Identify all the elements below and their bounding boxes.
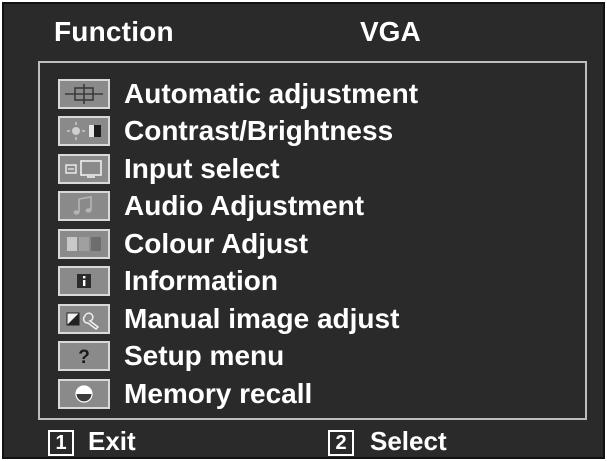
contrast-brightness-icon: [58, 116, 110, 147]
crosshair-icon: [58, 78, 110, 109]
menu-item-setup-menu[interactable]: ? Setup menu: [58, 338, 418, 376]
function-heading: Function: [54, 16, 174, 47]
menu-item-label: Input select: [124, 152, 280, 184]
menu-item-label: Audio Adjustment: [124, 190, 365, 222]
memory-recall-icon: [58, 378, 110, 409]
info-icon: [58, 266, 110, 297]
menu-item-information[interactable]: Information: [58, 263, 418, 301]
audio-note-icon: [58, 191, 110, 222]
menu-item-manual-image-adjust[interactable]: Manual image adjust: [58, 300, 418, 338]
menu-item-label: Setup menu: [124, 340, 285, 372]
menu-panel: Automatic adjustment Contrast/Brightness: [38, 61, 587, 420]
footer-keys: 1 Exit 2 Select: [4, 424, 603, 460]
menu-item-label: Information: [124, 265, 278, 297]
menu-list: Automatic adjustment Contrast/Brightness: [58, 75, 418, 413]
menu-item-audio-adjustment[interactable]: Audio Adjustment: [58, 188, 418, 226]
select-key-box[interactable]: 2: [328, 430, 354, 456]
menu-item-memory-recall[interactable]: Memory recall: [58, 375, 418, 413]
osd-menu-window: Function VGA Automatic adjustment Contra…: [2, 2, 605, 459]
input-select-icon: [58, 153, 110, 184]
menu-item-contrast-brightness[interactable]: Contrast/Brightness: [58, 113, 418, 151]
menu-item-colour-adjust[interactable]: Colour Adjust: [58, 225, 418, 263]
menu-item-label: Manual image adjust: [124, 302, 400, 334]
menu-item-label: Memory recall: [124, 377, 313, 409]
colour-bars-icon: [58, 228, 110, 259]
menu-item-label: Automatic adjustment: [124, 77, 419, 109]
select-label: Select: [370, 426, 447, 456]
question-icon: ?: [58, 341, 110, 372]
menu-item-label: Colour Adjust: [124, 227, 309, 259]
svg-text:?: ?: [78, 347, 90, 367]
menu-item-automatic-adjustment[interactable]: Automatic adjustment: [58, 75, 418, 113]
input-source-label: VGA: [360, 16, 421, 47]
menu-item-input-select[interactable]: Input select: [58, 150, 418, 188]
exit-key-box[interactable]: 1: [48, 430, 74, 456]
manual-adjust-icon: [58, 303, 110, 334]
menu-item-label: Contrast/Brightness: [124, 115, 394, 147]
exit-label: Exit: [88, 426, 136, 456]
